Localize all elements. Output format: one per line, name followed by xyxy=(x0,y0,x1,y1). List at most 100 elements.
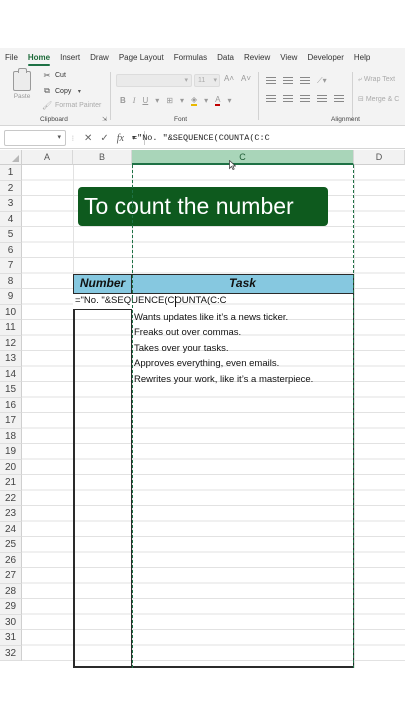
row-header[interactable]: 32 xyxy=(0,645,22,661)
row-header[interactable]: 5 xyxy=(0,227,22,243)
row-header[interactable]: 6 xyxy=(0,242,22,258)
italic-icon[interactable]: I xyxy=(133,96,136,105)
tab-developer[interactable]: Developer xyxy=(302,48,348,68)
row-header[interactable]: 16 xyxy=(0,397,22,413)
header-number[interactable]: Number xyxy=(73,274,132,294)
copy-button[interactable]: ⧉ Copy ▾ xyxy=(42,86,84,96)
tab-file[interactable]: File xyxy=(0,48,23,68)
tab-data[interactable]: Data xyxy=(212,48,239,68)
decrease-font-icon[interactable]: A˅ xyxy=(241,74,251,83)
chevron-down-icon[interactable]: ▾ xyxy=(180,96,184,105)
font-name-select[interactable]: ▾ xyxy=(116,74,192,87)
cut-button[interactable]: ✂ Cut xyxy=(42,71,66,80)
cut-label: Cut xyxy=(55,72,66,79)
row-header[interactable]: 18 xyxy=(0,428,22,444)
row-header[interactable]: 13 xyxy=(0,351,22,367)
row-header[interactable]: 12 xyxy=(0,335,22,351)
scissors-icon: ✂ xyxy=(43,71,51,80)
align-bottom-icon[interactable] xyxy=(300,77,310,85)
formula-input[interactable]: ="No. "&SEQUENCE(COUNTA(C:C xyxy=(132,130,270,146)
row-header[interactable]: 15 xyxy=(0,382,22,398)
row-header[interactable]: 26 xyxy=(0,552,22,568)
font-size-select[interactable]: 11 ▾ xyxy=(194,74,220,87)
row-header[interactable]: 24 xyxy=(0,521,22,537)
align-left-icon[interactable] xyxy=(266,95,276,103)
row-header[interactable]: 23 xyxy=(0,506,22,522)
increase-indent-icon[interactable] xyxy=(334,95,344,103)
column-header-a[interactable]: A xyxy=(22,150,73,165)
header-task[interactable]: Task xyxy=(132,274,354,294)
row-header[interactable]: 28 xyxy=(0,583,22,599)
row-header[interactable]: 7 xyxy=(0,258,22,274)
task-cell[interactable]: Rewrites your work, like it’s a masterpi… xyxy=(134,372,313,387)
tab-help[interactable]: Help xyxy=(349,48,375,68)
align-center-icon[interactable] xyxy=(283,95,293,103)
task-cell[interactable]: Freaks out over commas. xyxy=(134,325,241,340)
chevron-down-icon[interactable]: ▾ xyxy=(204,96,208,105)
mouse-cursor-icon xyxy=(229,160,236,170)
row-header[interactable]: 30 xyxy=(0,614,22,630)
orientation-icon[interactable]: ⟋▾ xyxy=(317,76,327,86)
row-header[interactable]: 20 xyxy=(0,459,22,475)
task-cell[interactable]: Wants updates like it’s a news ticker. xyxy=(134,310,288,325)
font-color-icon[interactable]: A xyxy=(215,95,221,106)
align-right-icon[interactable] xyxy=(300,95,310,103)
row-header[interactable]: 27 xyxy=(0,568,22,584)
task-cell[interactable]: Approves everything, even emails. xyxy=(134,356,279,371)
column-header-c[interactable]: C xyxy=(132,150,354,165)
chevron-down-icon[interactable]: ▾ xyxy=(155,96,159,105)
row-header[interactable]: 14 xyxy=(0,366,22,382)
bold-icon[interactable]: B xyxy=(120,96,126,105)
row-header[interactable]: 2 xyxy=(0,180,22,196)
tab-home[interactable]: Home xyxy=(23,48,55,68)
bottom-blank-area xyxy=(0,668,405,720)
enter-icon[interactable]: ✓ xyxy=(100,133,108,144)
underline-icon[interactable]: U xyxy=(142,96,148,105)
editing-cell-b9[interactable]: ="No. "&SEQUENCE(COUNTA(C:C xyxy=(73,294,226,309)
task-cell[interactable]: Takes over your tasks. xyxy=(134,341,229,356)
row-header[interactable]: 25 xyxy=(0,537,22,553)
tab-page-layout[interactable]: Page Layout xyxy=(114,48,169,68)
decrease-indent-icon[interactable] xyxy=(317,95,327,103)
row-header[interactable]: 10 xyxy=(0,304,22,320)
merge-center-button[interactable]: ⊟ Merge & C xyxy=(358,95,399,103)
row-header[interactable]: 4 xyxy=(0,211,22,227)
row-header[interactable]: 8 xyxy=(0,273,22,289)
chevron-down-icon[interactable]: ▾ xyxy=(227,96,231,105)
selection-range-b[interactable] xyxy=(73,309,132,667)
borders-icon[interactable]: ⊞ xyxy=(166,96,173,105)
column-header-d[interactable]: D xyxy=(354,150,405,165)
align-middle-icon[interactable] xyxy=(283,77,293,85)
insert-function-icon[interactable]: fx xyxy=(117,133,124,144)
dialog-launcher-icon[interactable]: ⇲ xyxy=(102,116,107,123)
align-top-icon[interactable] xyxy=(266,77,276,85)
drag-handle-icon[interactable]: ⋮ xyxy=(70,135,76,142)
column-header-b[interactable]: B xyxy=(73,150,132,165)
fill-color-icon[interactable]: ◈ xyxy=(190,95,198,106)
wrap-text-button[interactable]: ⤶ Wrap Text xyxy=(358,76,395,84)
increase-font-icon[interactable]: A˄ xyxy=(224,74,234,83)
row-header[interactable]: 11 xyxy=(0,320,22,336)
name-box[interactable]: ▾ xyxy=(4,130,66,146)
row-header[interactable]: 31 xyxy=(0,630,22,646)
tab-formulas[interactable]: Formulas xyxy=(169,48,212,68)
format-painter-button[interactable]: 🖌 Format Painter xyxy=(42,101,101,110)
chevron-down-icon: ▾ xyxy=(57,134,61,141)
row-header[interactable]: 1 xyxy=(0,165,22,181)
row-header[interactable]: 21 xyxy=(0,475,22,491)
tab-review[interactable]: Review xyxy=(239,48,275,68)
tab-view[interactable]: View xyxy=(275,48,302,68)
cancel-icon[interactable]: ✕ xyxy=(84,133,92,144)
paste-button[interactable]: Paste xyxy=(8,68,36,100)
vertical-align-row: ⟋▾ xyxy=(266,76,327,86)
tab-draw[interactable]: Draw xyxy=(85,48,114,68)
select-all-corner[interactable] xyxy=(0,150,22,165)
row-header[interactable]: 17 xyxy=(0,413,22,429)
tab-insert[interactable]: Insert xyxy=(55,48,85,68)
row-header[interactable]: 19 xyxy=(0,444,22,460)
row-header[interactable]: 29 xyxy=(0,599,22,615)
row-header[interactable]: 9 xyxy=(0,289,22,305)
row-header[interactable]: 22 xyxy=(0,490,22,506)
row-header[interactable]: 3 xyxy=(0,196,22,212)
ribbon-separator xyxy=(110,72,111,120)
